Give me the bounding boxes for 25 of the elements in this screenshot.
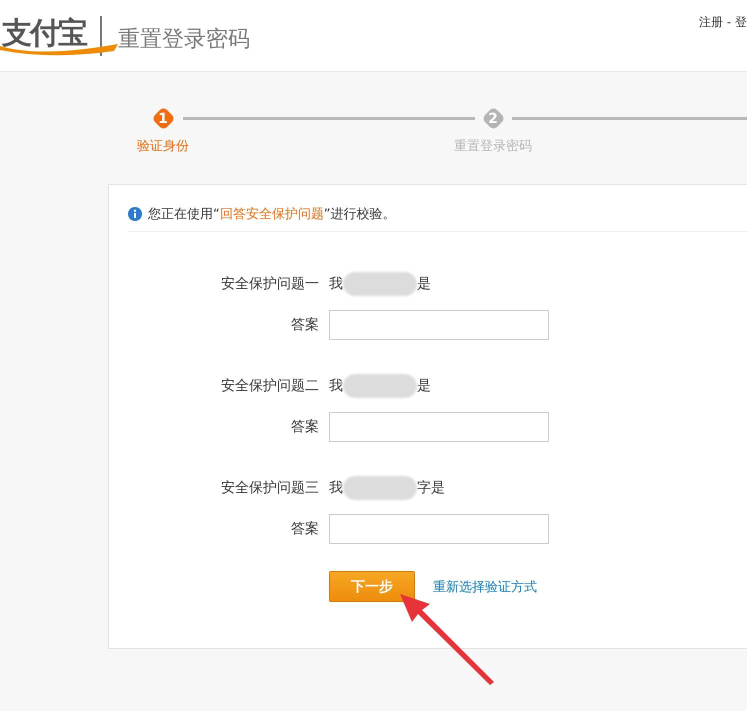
answer-label: 答案	[290, 418, 319, 436]
answer-field[interactable]	[329, 514, 549, 544]
question-label: 安全保护问题二	[220, 377, 319, 395]
step-number: 2	[480, 106, 506, 131]
question-label: 安全保护问题三	[220, 479, 319, 497]
answer-field[interactable]	[329, 412, 549, 442]
question-text: 是	[417, 377, 431, 395]
change-method-link[interactable]: 重新选择验证方式	[433, 578, 537, 596]
answer-field[interactable]	[329, 310, 549, 340]
step-label: 验证身份	[137, 138, 189, 155]
question-text: 是	[417, 275, 431, 293]
logo-text: 支付宝	[2, 16, 86, 51]
question-text: 我	[329, 479, 343, 497]
notice-text: 您正在使用“回答安全保护问题”进行校验。	[148, 206, 396, 223]
question-text: 我	[329, 377, 343, 395]
question-text: 我	[329, 275, 343, 293]
question-text: 字是	[417, 479, 445, 497]
answer-label: 答案	[290, 520, 319, 538]
step-label: 重置登录密码	[454, 138, 532, 155]
answer-label: 答案	[290, 316, 319, 334]
info-icon	[128, 207, 142, 221]
header-links[interactable]: 注册 - 登	[699, 14, 747, 31]
page-title: 重置登录密码	[118, 26, 250, 54]
question-label: 安全保护问题一	[220, 275, 319, 293]
step-number: 1	[150, 106, 176, 131]
